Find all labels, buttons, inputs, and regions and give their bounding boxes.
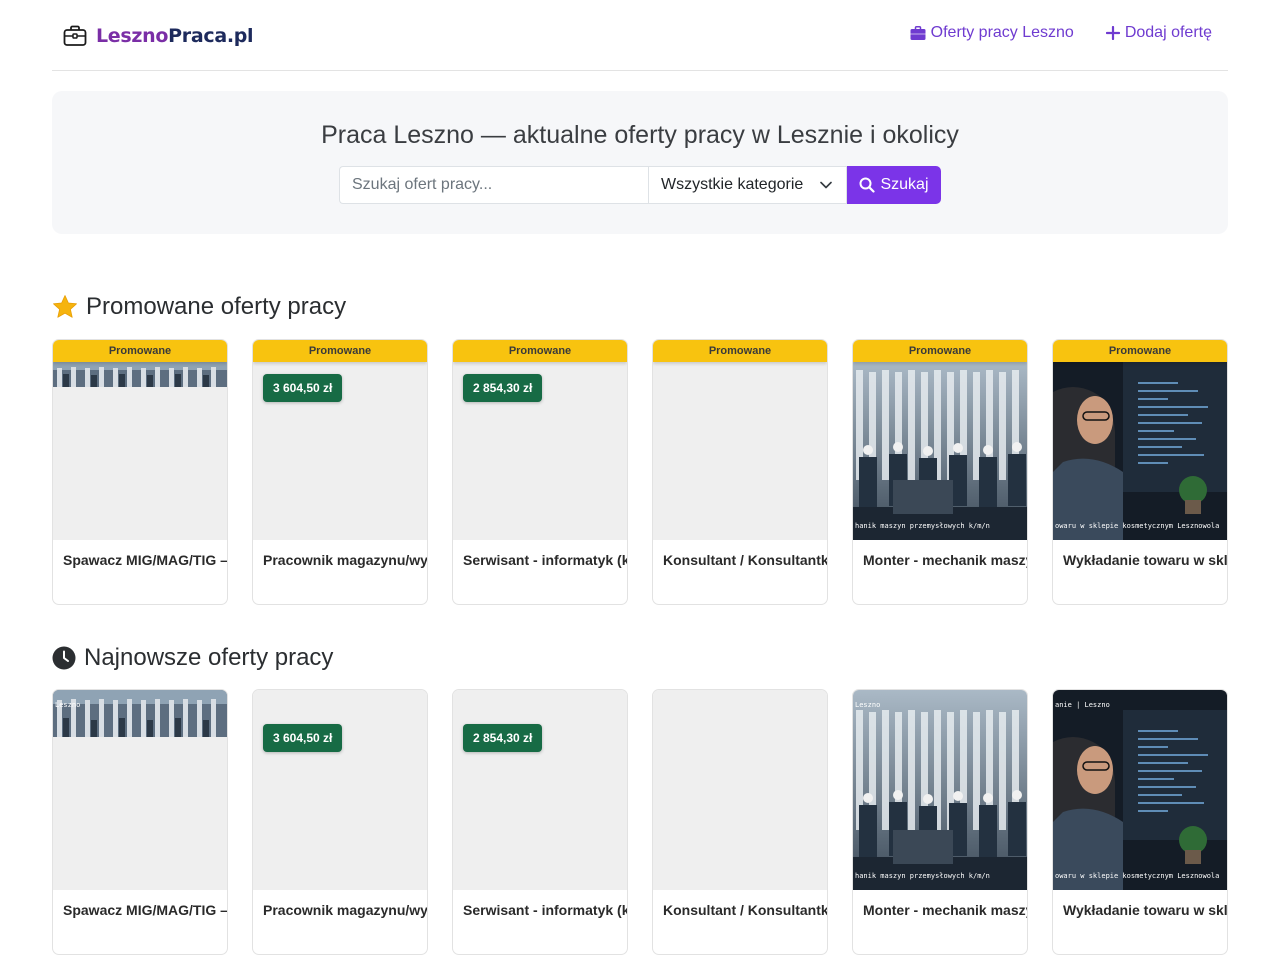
image-corner-label: Leszno [855,701,881,709]
page-title: Praca Leszno — aktualne oferty pracy w L… [321,121,959,149]
briefcase-icon [63,25,87,47]
main-nav: Oferty pracy Leszno Dodaj ofertę [910,24,1212,42]
job-card-image-strip [53,690,227,737]
nav-link-add-offer[interactable]: Dodaj ofertę [1105,24,1212,42]
job-card-title: Monter - mechanik maszy [863,902,1028,918]
job-card-title: Konsultant / Konsultantk [663,902,828,918]
site-header: LesznoPraca.pl Oferty pracy Leszno Dodaj… [52,0,1228,71]
job-card[interactable]: Leszno hanik maszyn przemysłowych k/m/n … [852,689,1028,955]
job-card-image: Leszno hanik maszyn przemysłowych k/m/n [853,690,1027,890]
job-card-title: Serwisant - informatyk (k [463,902,628,918]
job-card-image: hanik maszyn przemysłowych k/m/n [853,362,1027,540]
job-card[interactable]: Promowane 2 854,30 zł Serwisant - inform… [452,339,628,605]
promoted-badge: Promowane [853,340,1027,362]
job-card-image [653,362,827,540]
logo-text-part2: Praca.pl [168,25,254,47]
category-select-value: Wszystkie kategorie [661,176,804,193]
job-card[interactable]: Promowane hanik maszyn przemysłowych k/m… [852,339,1028,605]
job-card[interactable]: 2 854,30 zł Serwisant - informatyk (k [452,689,628,955]
job-card[interactable]: Promowane Konsultant / Konsultantk [652,339,828,605]
job-card-title: Pracownik magazynu/wy [263,552,428,568]
job-card-image-strip [53,362,227,387]
logo-text: LesznoPraca.pl [96,25,254,47]
salary-badge: 2 854,30 zł [463,724,543,752]
star-icon [52,294,78,320]
image-corner-label: anie | Leszno [1055,701,1110,709]
promoted-badge: Promowane [53,340,227,362]
job-card-image: owaru w sklepie kosmetycznym Lesznowola [1053,362,1227,540]
job-card-title: Pracownik magazynu/wy [263,902,428,918]
job-card-title: Monter - mechanik maszy [863,552,1028,568]
image-caption: hanik maszyn przemysłowych k/m/n [855,522,990,530]
job-card-title: Serwisant - informatyk (k [463,552,628,568]
promoted-badge: Promowane [1053,340,1227,362]
salary-badge: 2 854,30 zł [463,374,543,402]
job-card[interactable]: anie | Leszno owaru w sklepie kosmetyczn… [1052,689,1228,955]
logo-text-part1: Leszno [96,25,169,47]
nav-link-add-offer-label: Dodaj ofertę [1124,24,1212,41]
promoted-section-label: Promowane oferty pracy [86,293,347,320]
image-caption: owaru w sklepie kosmetycznym Lesznowola [1055,522,1220,530]
newest-section-label: Najnowsze oferty pracy [84,644,334,671]
plus-icon [1105,26,1120,40]
job-card-image [453,690,627,890]
job-card-image: anie | Leszno owaru w sklepie kosmetyczn… [1053,690,1227,890]
job-card-title: Wykładanie towaru w skl [1063,552,1228,568]
job-card[interactable]: Promowane Spawacz MIG/MAG/TIG – [52,339,228,605]
job-card[interactable]: Promowane owaru w sklepie kosmetycznym L… [1052,339,1228,605]
job-card-title: Konsultant / Konsultantk [663,552,828,568]
job-card[interactable]: Leszno Spawacz MIG/MAG/TIG – [52,689,228,955]
search-input[interactable] [339,166,648,204]
newest-section-title: Najnowsze oferty pracy [52,644,333,672]
image-caption: hanik maszyn przemysłowych k/m/n [855,872,990,880]
factory-illustration [853,362,1027,540]
developer-illustration [1053,690,1227,890]
job-card[interactable]: Konsultant / Konsultantk [652,689,828,955]
clock-icon [52,646,76,670]
briefcase-icon [910,25,926,41]
search-icon [859,177,876,193]
developer-illustration [1053,362,1227,540]
image-caption: owaru w sklepie kosmetycznym Lesznowola [1055,872,1220,880]
job-card[interactable]: 3 604,50 zł Pracownik magazynu/wy [252,689,428,955]
search-button[interactable]: Szukaj [847,166,941,204]
nav-link-job-offers[interactable]: Oferty pracy Leszno [910,24,1074,42]
chevron-down-icon [820,176,832,194]
search-hero: Praca Leszno — aktualne oferty pracy w L… [52,91,1228,234]
promoted-badge: Promowane [453,340,627,362]
job-card[interactable]: Promowane 3 604,50 zł Pracownik magazynu… [252,339,428,605]
job-card-image [253,690,427,890]
search-button-label: Szukaj [880,176,929,193]
image-corner-label: Leszno [55,701,81,709]
job-card-title: Wykładanie towaru w skl [1063,902,1228,918]
category-select[interactable]: Wszystkie kategorie [648,166,847,204]
salary-badge: 3 604,50 zł [263,374,343,402]
job-card-image: Leszno [53,690,227,890]
promoted-badge: Promowane [253,340,427,362]
salary-badge: 3 604,50 zł [263,724,343,752]
site-logo[interactable]: LesznoPraca.pl [63,23,254,49]
factory-illustration [853,690,1027,890]
job-card-image [653,690,827,890]
promoted-badge: Promowane [653,340,827,362]
promoted-section-title: Promowane oferty pracy [52,293,346,321]
nav-link-job-offers-label: Oferty pracy Leszno [930,24,1074,41]
job-card-title: Spawacz MIG/MAG/TIG – [63,902,228,918]
job-card-image [53,362,227,540]
job-card-title: Spawacz MIG/MAG/TIG – [63,552,228,568]
search-form: Wszystkie kategorie Szukaj [339,166,941,204]
